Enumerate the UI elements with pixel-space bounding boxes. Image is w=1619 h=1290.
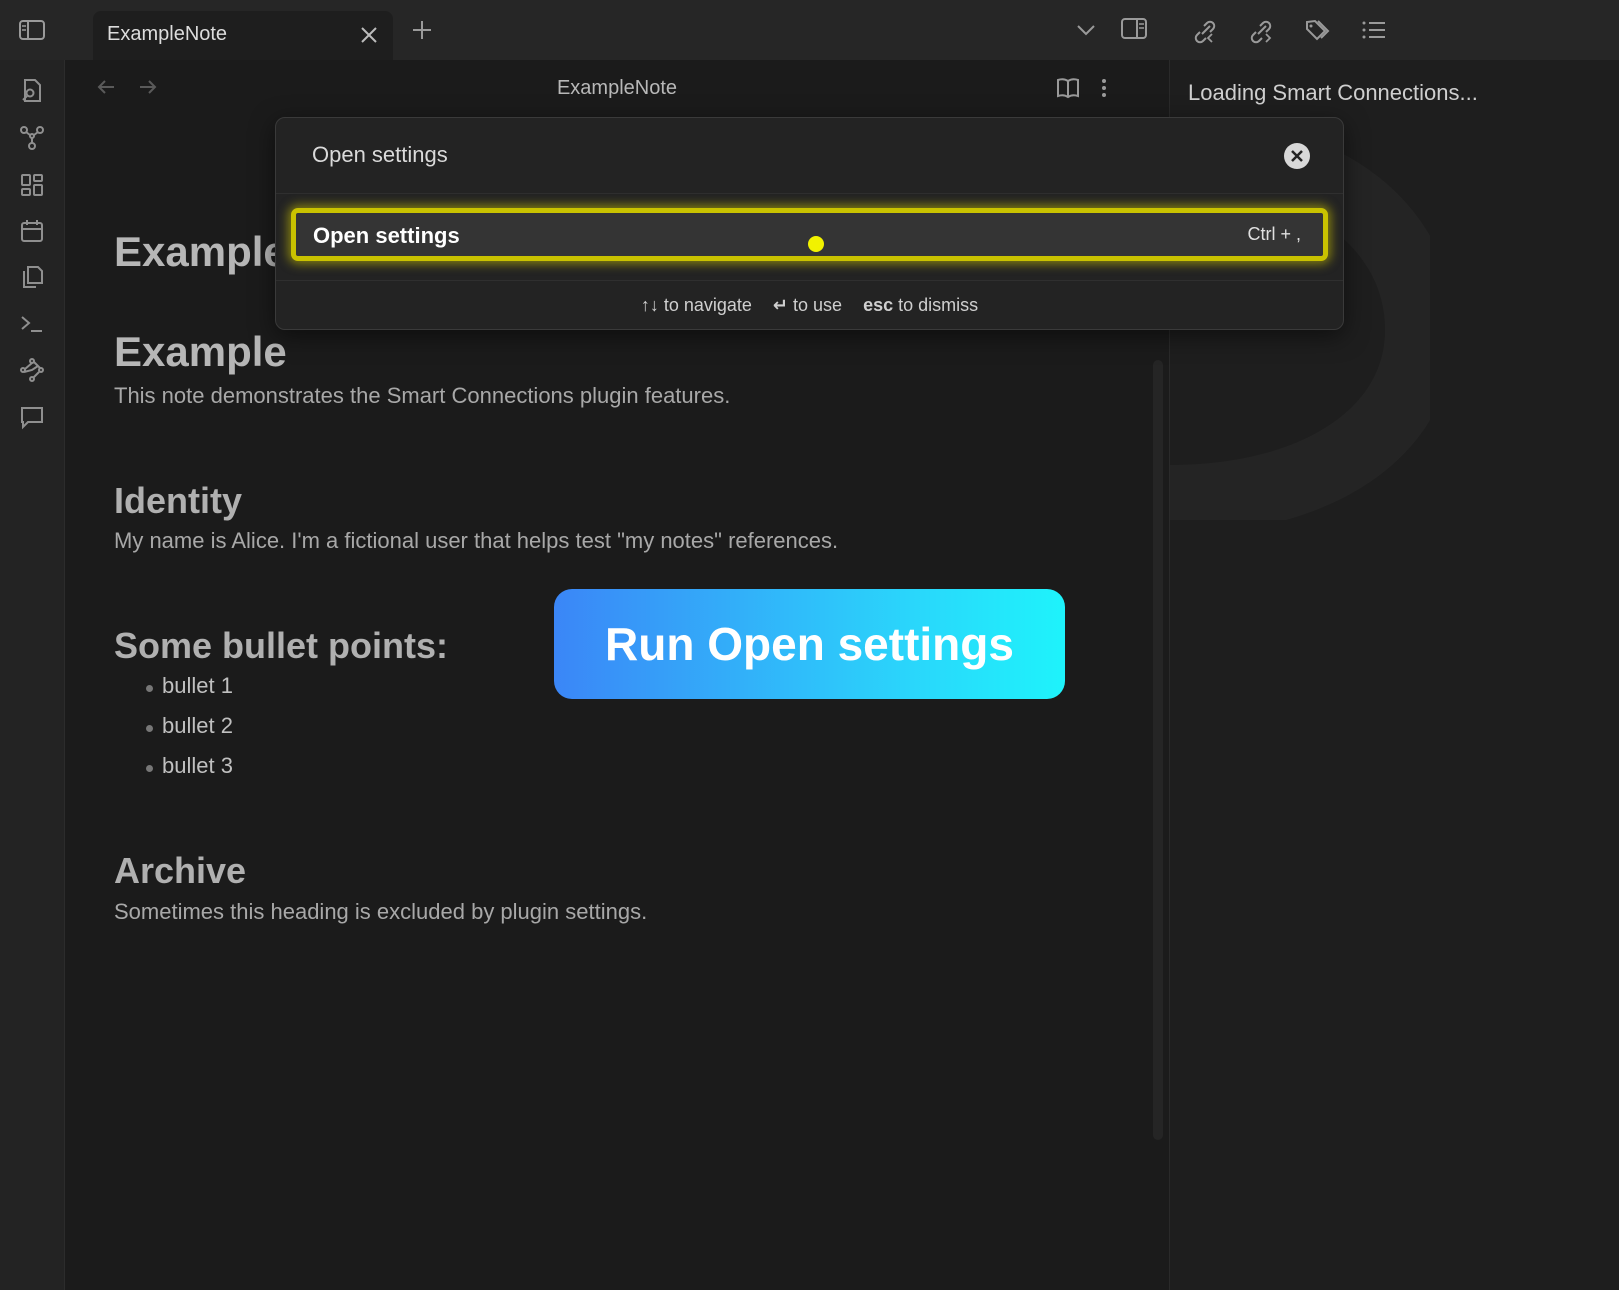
use-key: ↵ — [772, 295, 789, 315]
outgoing-links-icon[interactable] — [1248, 16, 1276, 44]
tab-title: ExampleNote — [107, 23, 228, 45]
list-item: bullet 3 — [146, 753, 233, 793]
archive-heading: Archive — [114, 850, 247, 891]
intro-paragraph: This note demonstrates the Smart Connect… — [114, 383, 731, 408]
list-item: bullet 1 — [146, 673, 233, 713]
dismiss-key: esc — [863, 295, 894, 315]
use-text: to use — [793, 295, 843, 315]
chat-icon[interactable] — [19, 404, 45, 430]
bullets-heading: Some bullet points: — [114, 625, 449, 666]
tab-bar: ExampleNote — [0, 0, 1619, 60]
open-quick-switcher-icon[interactable] — [19, 78, 45, 104]
note-heading-1: Example — [114, 228, 287, 275]
templates-icon[interactable] — [19, 264, 45, 290]
run-open-settings-button[interactable]: Run Open settings — [554, 589, 1065, 699]
close-icon[interactable] — [359, 25, 379, 45]
mouse-cursor-indicator — [808, 236, 824, 252]
graph-view-icon[interactable] — [19, 125, 45, 151]
tab-examplenote[interactable]: ExampleNote — [93, 11, 393, 60]
sidebar-toggle-icon[interactable] — [18, 18, 46, 42]
bullet-list: bullet 1 bullet 2 bullet 3 — [146, 673, 233, 793]
list-item: bullet 2 — [146, 713, 233, 753]
plus-icon[interactable] — [410, 18, 434, 42]
note-heading-2: Example — [114, 328, 287, 375]
more-options-icon[interactable] — [1099, 76, 1109, 100]
view-header-title[interactable]: ExampleNote — [65, 77, 1169, 100]
command-palette: Open settings Open settings Ctrl + , ↑↓ … — [275, 117, 1344, 330]
reading-view-icon[interactable] — [1055, 76, 1081, 100]
tags-icon[interactable] — [1304, 16, 1334, 44]
right-sidebar-icon[interactable] — [1120, 16, 1148, 42]
palette-instructions: ↑↓ to navigate ↵ to use esc to dismiss — [276, 295, 1343, 316]
dismiss-text: to dismiss — [898, 295, 979, 315]
app-window: ExampleNote ExampleNote Example Example … — [0, 0, 1619, 1290]
divider — [276, 193, 1343, 194]
left-ribbon — [0, 60, 65, 1290]
navigate-key: ↑↓ — [640, 295, 659, 315]
identity-heading: Identity — [114, 480, 243, 521]
result-hotkey: Ctrl + , — [1247, 224, 1301, 244]
identity-paragraph: My name is Alice. I'm a fictional user t… — [114, 528, 839, 553]
scrollbar[interactable] — [1153, 360, 1163, 1140]
canvas-icon[interactable] — [19, 172, 45, 198]
command-palette-icon[interactable] — [19, 311, 45, 337]
navigate-text: to navigate — [663, 295, 752, 315]
command-result-open-settings[interactable]: Open settings Ctrl + , — [291, 208, 1328, 261]
divider — [276, 280, 1343, 281]
archive-paragraph: Sometimes this heading is excluded by pl… — [114, 899, 648, 924]
outline-icon[interactable] — [1360, 16, 1388, 44]
command-search-input[interactable]: Open settings — [312, 142, 448, 168]
result-label: Open settings — [313, 223, 460, 248]
backlinks-icon[interactable] — [1192, 16, 1220, 44]
chevron-down-icon[interactable] — [1075, 16, 1097, 44]
editor-actions — [1055, 76, 1109, 100]
smart-connections-icon[interactable] — [19, 357, 45, 383]
daily-note-icon[interactable] — [19, 218, 45, 244]
close-icon[interactable] — [1283, 142, 1311, 170]
